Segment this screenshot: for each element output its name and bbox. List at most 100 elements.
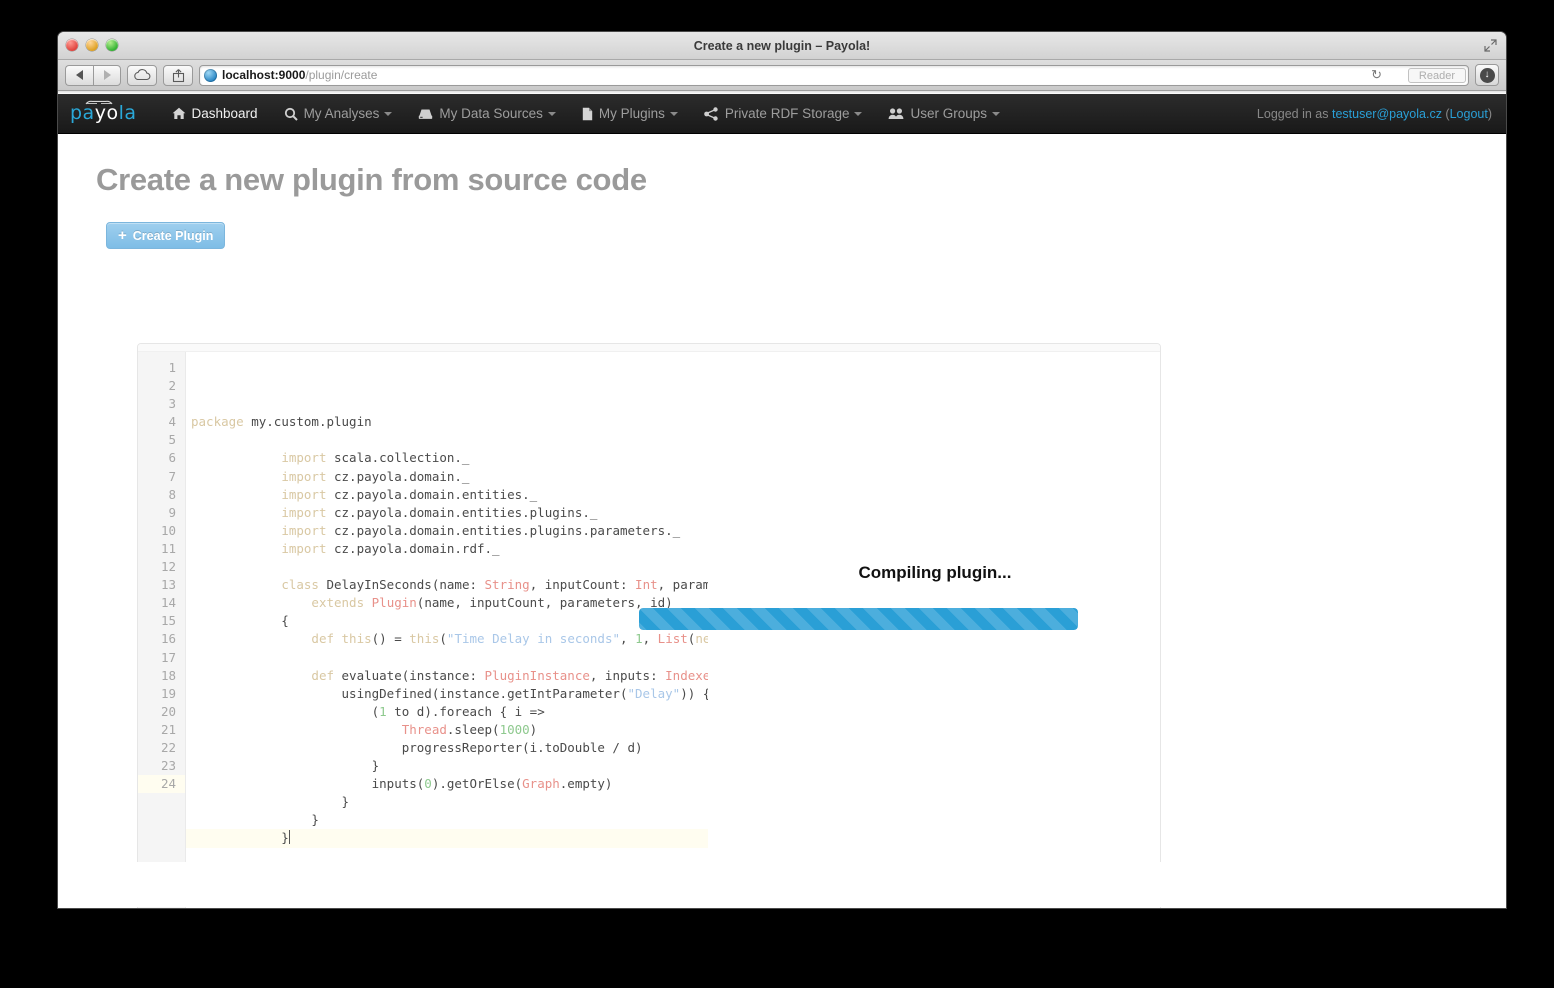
- line-number: 9: [168, 504, 176, 520]
- site-navbar: payola Dashboard My Analyses My Data Sou…: [58, 94, 1506, 134]
- line-number: 12: [160, 559, 176, 575]
- create-plugin-label: Create Plugin: [132, 228, 214, 243]
- nav-label-dashboard: Dashboard: [191, 105, 258, 121]
- nav-label-my-analyses: My Analyses: [303, 105, 380, 121]
- code-line: progressReporter(i.toDouble / d): [191, 739, 643, 755]
- screen-root: Create a new plugin – Payola! localhost:…: [0, 0, 1554, 988]
- url-text: localhost:9000/plugin/create: [222, 68, 377, 82]
- plus-icon: +: [118, 227, 127, 244]
- nav-item-private-rdf-storage[interactable]: Private RDF Storage: [691, 94, 876, 134]
- nav-label-my-plugins: My Plugins: [598, 105, 665, 121]
- code-line: {: [191, 613, 289, 629]
- line-number: 2: [168, 378, 176, 394]
- nav-item-my-data-sources[interactable]: My Data Sources: [405, 94, 569, 134]
- url-path: /plugin/create: [305, 68, 378, 82]
- code-line: class DelayInSeconds(name: String, input…: [281, 577, 1065, 593]
- line-number: 19: [160, 685, 176, 701]
- line-number: 13: [160, 577, 176, 593]
- payola-logo[interactable]: payola: [70, 100, 137, 124]
- create-plugin-button[interactable]: + Create Plugin: [106, 222, 226, 249]
- user-email-link[interactable]: testuser@payola.cz: [1332, 107, 1442, 121]
- nav-item-dashboard[interactable]: Dashboard: [159, 94, 271, 134]
- line-number: 16: [160, 631, 176, 647]
- logout-link[interactable]: Logout: [1450, 107, 1488, 121]
- code-line: }: [191, 758, 380, 774]
- line-number: 4: [168, 414, 176, 430]
- code-line: import cz.payola.domain.rdf._: [281, 540, 500, 556]
- paren-open: (: [1441, 106, 1450, 121]
- line-number: 24: [138, 775, 185, 794]
- nav-item-my-analyses[interactable]: My Analyses: [271, 94, 406, 134]
- reload-button[interactable]: ↻: [1371, 66, 1382, 85]
- code-line: Thread.sleep(1000): [401, 721, 538, 737]
- site-globe-icon: [204, 68, 217, 82]
- nav-label-user-groups: User Groups: [910, 105, 987, 121]
- database-icon: [418, 108, 433, 120]
- logo-part-3: la: [118, 102, 137, 124]
- line-number: 21: [160, 721, 176, 737]
- icloud-tabs-button[interactable]: [127, 64, 157, 86]
- home-icon: [172, 107, 186, 120]
- glasses-icon: [85, 100, 113, 105]
- url-host: localhost:9000: [222, 68, 306, 82]
- window-titlebar: Create a new plugin – Payola!: [58, 32, 1506, 60]
- address-bar[interactable]: localhost:9000/plugin/create ↻ Reader: [199, 64, 1469, 86]
- share-icon: [172, 68, 184, 82]
- line-number: 17: [160, 649, 176, 665]
- search-icon: [284, 107, 298, 121]
- browser-window: Create a new plugin – Payola! localhost:…: [58, 32, 1506, 908]
- fullscreen-icon[interactable]: [1484, 39, 1497, 52]
- line-number: 22: [160, 739, 176, 755]
- code-line: import cz.payola.domain._: [281, 468, 470, 484]
- line-number: 3: [168, 396, 176, 412]
- line-number: 8: [168, 486, 176, 502]
- code-line: usingDefined(instance.getIntParameter("D…: [191, 685, 748, 701]
- code-editor[interactable]: 1 2 3 4 5 6 7 8 9 10 11 12 13 14 15 16 17 18 19 20 21 22 23 24 …: [137, 343, 1161, 908]
- back-button[interactable]: [65, 64, 93, 86]
- forward-button[interactable]: [93, 64, 121, 86]
- chevron-down-icon: [547, 111, 556, 116]
- code-line: import scala.collection._: [281, 450, 470, 466]
- nav-item-user-groups[interactable]: User Groups: [875, 94, 1013, 134]
- nav-buttons: [65, 64, 121, 86]
- line-number: 5: [168, 432, 176, 448]
- file-icon: [582, 107, 593, 121]
- page-title: Create a new plugin from source code: [96, 162, 647, 197]
- nav-item-my-plugins[interactable]: My Plugins: [569, 94, 691, 134]
- forward-arrow-icon: [103, 70, 111, 80]
- code-line: package my.custom.plugin: [191, 414, 372, 430]
- code-line: import cz.payola.domain.entities.plugins…: [281, 504, 598, 520]
- page-content: Create a new plugin from source code + C…: [58, 162, 1506, 249]
- page-bottom-filler: [58, 862, 1506, 907]
- users-icon: [888, 107, 904, 120]
- downloads-button[interactable]: ↓: [1475, 64, 1499, 86]
- line-number: 1: [168, 360, 176, 375]
- editor-body: 1 2 3 4 5 6 7 8 9 10 11 12 13 14 15 16 17 18 19 20 21 22 23 24 …: [138, 352, 1160, 908]
- code-line: }: [191, 794, 350, 810]
- chevron-down-icon: [669, 111, 678, 116]
- chevron-down-icon: [384, 111, 393, 116]
- share-button[interactable]: [163, 64, 193, 86]
- nav-label-my-data-sources: My Data Sources: [439, 105, 543, 121]
- line-number: 10: [160, 522, 176, 538]
- web-page: payola Dashboard My Analyses My Data Sou…: [58, 94, 1506, 908]
- editor-line-numbers: 1 2 3 4 5 6 7 8 9 10 11 12 13 14 15 16 17 18 19 20 21 22 23 24: [138, 352, 186, 908]
- code-line: }: [191, 812, 319, 828]
- paren-close: ): [1487, 106, 1492, 121]
- cloud-icon: [134, 69, 151, 81]
- reader-button[interactable]: Reader: [1407, 67, 1466, 83]
- editor-code-area[interactable]: package my.custom.plugin import scala.co…: [186, 352, 1160, 908]
- back-arrow-icon: [76, 70, 83, 80]
- editor-print-margin: [804, 352, 805, 908]
- code-line: def evaluate(instance: PluginInstance, i…: [311, 667, 1147, 683]
- line-number: 6: [168, 450, 176, 466]
- line-number: 23: [160, 758, 176, 774]
- editor-top-strip: [138, 344, 1160, 352]
- code-line: import cz.payola.domain.entities._: [281, 486, 538, 502]
- chevron-down-icon: [992, 111, 1000, 116]
- text-cursor: [288, 830, 290, 845]
- browser-toolbar: localhost:9000/plugin/create ↻ Reader ↓: [58, 60, 1506, 91]
- line-number: 15: [160, 613, 176, 629]
